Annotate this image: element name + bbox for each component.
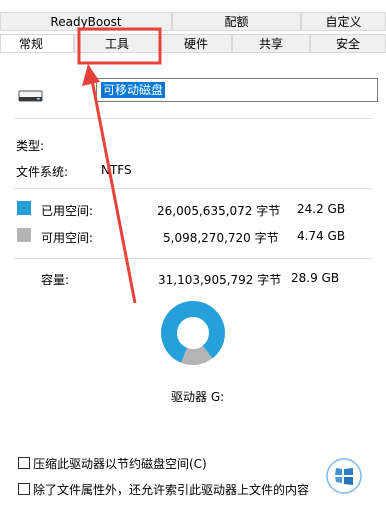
- highlight-box: [77, 27, 162, 65]
- arrow-head: [82, 64, 100, 86]
- annotation-overlay: [77, 27, 162, 304]
- arrow-line: [90, 79, 137, 304]
